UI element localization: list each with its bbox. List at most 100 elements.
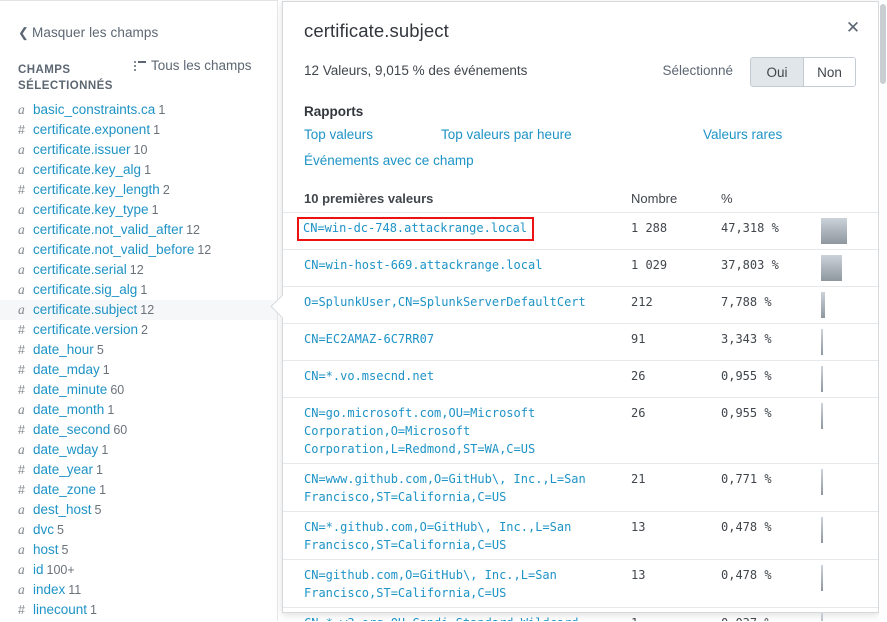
count-cell: 26: [631, 369, 646, 383]
number-type-icon: #: [18, 483, 25, 497]
close-icon[interactable]: ✕: [840, 16, 866, 42]
sidebar-field-label: host: [33, 542, 59, 557]
sidebar-field-index[interactable]: a index 11: [0, 580, 277, 600]
value-link[interactable]: O=SplunkUser,CN=SplunkServerDefaultCert: [304, 295, 586, 309]
string-type-icon: a: [18, 242, 25, 257]
page-scrollbar[interactable]: [879, 0, 887, 622]
column-header-percent: %: [721, 191, 733, 206]
selected-yes-button[interactable]: Oui: [751, 58, 803, 86]
value-link[interactable]: CN=win-host-669.attackrange.local: [304, 258, 542, 272]
report-link-rare-values[interactable]: Valeurs rares: [703, 127, 782, 142]
sidebar-field-date-hour[interactable]: # date_hour 5: [0, 340, 277, 360]
value-cell[interactable]: CN=win-host-669.attackrange.local: [283, 256, 631, 281]
number-type-icon: #: [18, 463, 25, 477]
string-type-icon: a: [18, 562, 25, 577]
sidebar-field-certificate-version[interactable]: # certificate.version 2: [0, 320, 277, 340]
count-cell: 26: [631, 406, 646, 420]
string-type-icon: a: [18, 222, 25, 237]
sidebar-field-count: 1: [96, 463, 103, 477]
bar-cell: [821, 403, 877, 458]
sidebar-field-certificate-subject[interactable]: a certificate.subject 12: [0, 300, 277, 320]
value-link[interactable]: CN=www.github.com,O=GitHub\, Inc.,L=San …: [304, 472, 586, 504]
sidebar-field-label: date_second: [33, 422, 111, 437]
sidebar-field-count: 2: [141, 323, 148, 337]
report-link-top-values[interactable]: Top valeurs: [304, 127, 373, 142]
value-cell[interactable]: CN=*.vo.msecnd.net: [283, 367, 631, 392]
sidebar-field-certificate-key-length[interactable]: # certificate.key_length 2: [0, 180, 277, 200]
value-link[interactable]: CN=win-dc-748.attackrange.local: [297, 217, 534, 241]
page-scrollbar-thumb[interactable]: [880, 4, 886, 84]
sidebar-field-certificate-not-valid-after[interactable]: a certificate.not_valid_after 12: [0, 220, 277, 240]
report-link-events-with-field[interactable]: Événements avec ce champ: [304, 153, 474, 168]
value-link[interactable]: CN=go.microsoft.com,OU=Microsoft Corpora…: [304, 406, 535, 456]
sidebar-field-label: index: [33, 582, 66, 597]
value-link[interactable]: CN=*.github.com,O=GitHub\, Inc.,L=San Fr…: [304, 520, 571, 552]
bar-fill: [821, 329, 823, 355]
bar-cell: [821, 292, 877, 318]
sidebar-field-label: date_mday: [33, 362, 100, 377]
value-link[interactable]: CN=github.com,O=GitHub\, Inc.,L=San Fran…: [304, 568, 557, 600]
selected-no-button[interactable]: Non: [803, 58, 855, 86]
sidebar-field-host[interactable]: a host 5: [0, 540, 277, 560]
sidebar-field-date-mday[interactable]: # date_mday 1: [0, 360, 277, 380]
sidebar-field-certificate-key-alg[interactable]: a certificate.key_alg 1: [0, 160, 277, 180]
bar-fill: [821, 255, 842, 281]
value-cell[interactable]: CN=win-dc-748.attackrange.local: [283, 217, 631, 244]
sidebar-field-label: date_month: [33, 402, 105, 417]
string-type-icon: a: [18, 202, 25, 217]
bar-cell: [821, 329, 877, 355]
value-cell[interactable]: O=SplunkUser,CN=SplunkServerDefaultCert: [283, 293, 631, 318]
sidebar-field-certificate-issuer[interactable]: a certificate.issuer 10: [0, 140, 277, 160]
count-cell: 1 288: [631, 221, 668, 235]
sidebar-field-id[interactable]: a id 100+: [0, 560, 277, 580]
sidebar-field-date-month[interactable]: a date_month 1: [0, 400, 277, 420]
column-header-value: 10 premières valeurs: [304, 191, 434, 206]
percent-cell: 0,955 %: [721, 406, 772, 420]
hide-fields-label: Masquer les champs: [32, 25, 159, 40]
report-link-top-values-by-hour[interactable]: Top valeurs par heure: [441, 127, 572, 142]
sidebar-field-certificate-exponent[interactable]: # certificate.exponent 1: [0, 120, 277, 140]
sidebar-field-label: certificate.sig_alg: [33, 282, 138, 297]
percent-cell: 7,788 %: [721, 295, 772, 309]
sidebar-field-date-minute[interactable]: # date_minute 60: [0, 380, 277, 400]
value-link[interactable]: CN=EC2AMAZ-6C7RR07: [304, 332, 434, 346]
sidebar-field-dvc[interactable]: a dvc 5: [0, 520, 277, 540]
string-type-icon: a: [18, 542, 25, 557]
sidebar-field-certificate-sig-alg[interactable]: a certificate.sig_alg 1: [0, 280, 277, 300]
bar-cell: [821, 366, 877, 392]
count-cell: 21: [631, 472, 646, 486]
all-fields-label: Tous les champs: [151, 58, 252, 73]
percent-cell: 0,955 %: [721, 369, 772, 383]
string-type-icon: a: [18, 282, 25, 297]
sidebar-field-count: 1: [151, 203, 159, 217]
string-type-icon: a: [18, 402, 25, 417]
string-type-icon: a: [18, 502, 25, 517]
sidebar-field-date-second[interactable]: # date_second 60: [0, 420, 277, 440]
value-cell[interactable]: CN=www.github.com,O=GitHub\, Inc.,L=San …: [283, 470, 631, 506]
value-cell[interactable]: CN=EC2AMAZ-6C7RR07: [283, 330, 631, 355]
sidebar-field-certificate-key-type[interactable]: a certificate.key_type 1: [0, 200, 277, 220]
sidebar-field-date-zone[interactable]: # date_zone 1: [0, 480, 277, 500]
sidebar-field-date-year[interactable]: # date_year 1: [0, 460, 277, 480]
sidebar-field-certificate-serial[interactable]: a certificate.serial 12: [0, 260, 277, 280]
field-detail-modal: certificate.subject ✕ 12 Valeurs, 9,015 …: [270, 1, 879, 622]
hide-fields-button[interactable]: ❮ Masquer les champs: [18, 25, 158, 41]
percent-cell: 0,478 %: [721, 520, 772, 534]
value-link[interactable]: CN=*.vo.msecnd.net: [304, 369, 434, 383]
value-cell[interactable]: CN=go.microsoft.com,OU=Microsoft Corpora…: [283, 404, 631, 458]
value-cell[interactable]: CN=*.github.com,O=GitHub\, Inc.,L=San Fr…: [283, 518, 631, 554]
sidebar-field-certificate-not-valid-before[interactable]: a certificate.not_valid_before 12: [0, 240, 277, 260]
sidebar-field-linecount[interactable]: # linecount 1: [0, 600, 277, 620]
table-row: CN=www.github.com,O=GitHub\, Inc.,L=San …: [283, 463, 878, 511]
all-fields-button[interactable]: Tous les champs: [134, 58, 252, 73]
sidebar-top-divider: [0, 0, 277, 1]
sidebar-field-basic-constraints-ca[interactable]: a basic_constraints.ca 1: [0, 100, 277, 120]
sidebar-field-label: dvc: [33, 522, 55, 537]
sidebar-field-date-wday[interactable]: a date_wday 1: [0, 440, 277, 460]
sidebar-field-count: 10: [133, 143, 148, 157]
value-cell[interactable]: CN=github.com,O=GitHub\, Inc.,L=San Fran…: [283, 566, 631, 602]
sidebar-field-label: certificate.subject: [33, 302, 138, 317]
bar-cell: [821, 255, 877, 281]
sidebar-field-dest-host[interactable]: a dest_host 5: [0, 500, 277, 520]
number-type-icon: #: [18, 423, 25, 437]
